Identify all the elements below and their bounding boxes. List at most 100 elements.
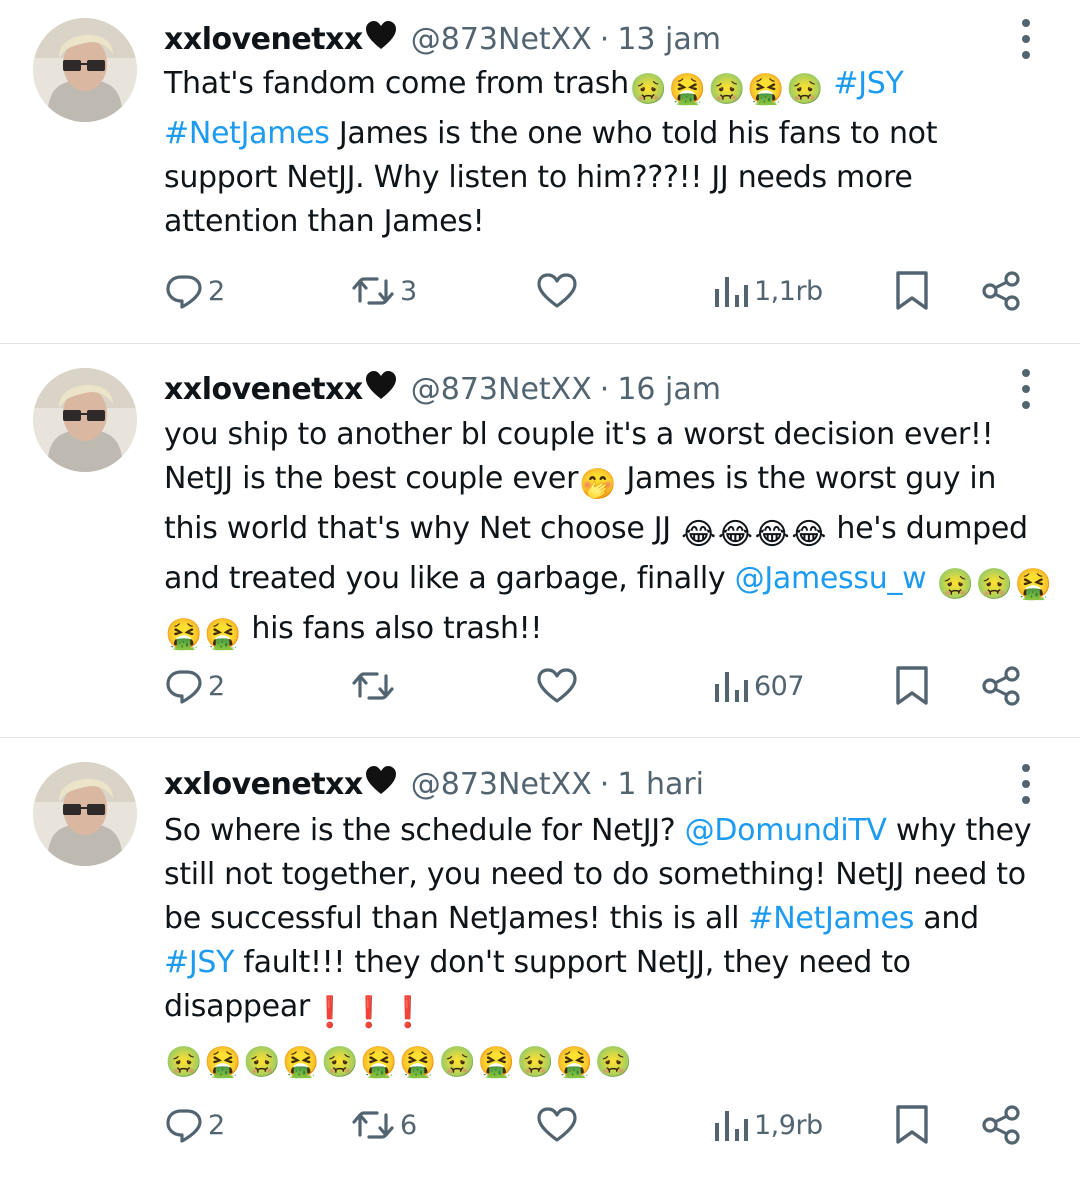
hashtag-link[interactable]: #JSY bbox=[833, 66, 903, 101]
retweet-icon bbox=[352, 277, 394, 305]
display-name[interactable]: xxlovenetxx bbox=[164, 767, 363, 802]
share-button[interactable] bbox=[980, 661, 1022, 711]
tweet-2[interactable]: xxlovenetxx @873NetXX · 16 jam you ship … bbox=[0, 344, 1080, 737]
views-icon bbox=[715, 1111, 748, 1141]
avatar[interactable] bbox=[33, 18, 137, 122]
avatar[interactable] bbox=[33, 368, 137, 472]
bookmark-button[interactable] bbox=[894, 266, 930, 316]
hashtag-link[interactable]: #JSY bbox=[164, 945, 234, 980]
tweet-text: That's fandom come from trash🤢🤮🤢🤮🤢 #JSY #… bbox=[164, 62, 1054, 244]
bookmark-icon bbox=[896, 666, 928, 705]
view-count: 607 bbox=[754, 670, 805, 702]
tweet-text-segment: he's dumped bbox=[827, 511, 1028, 546]
retweet-button[interactable] bbox=[350, 661, 400, 711]
black-heart-icon bbox=[365, 371, 396, 399]
display-name[interactable]: xxlovenetxx bbox=[164, 22, 363, 57]
emoji: 🤢 bbox=[936, 567, 974, 602]
emoji: 😂 bbox=[754, 517, 790, 552]
emoji: ❗ bbox=[310, 995, 349, 1030]
reply-count: 2 bbox=[208, 275, 225, 307]
tweet-1[interactable]: xxlovenetxx @873NetXX · 13 jam That's fa… bbox=[0, 0, 1080, 343]
name-emoji bbox=[365, 765, 397, 803]
emoji: 🤢 bbox=[165, 1045, 203, 1080]
views-button[interactable]: 1,1rb bbox=[712, 266, 823, 316]
mention-link[interactable]: @Jamessu_w bbox=[735, 561, 927, 596]
tweet-header: xxlovenetxx @873NetXX · 16 jam bbox=[164, 366, 721, 412]
hashtag-link[interactable]: #NetJames bbox=[164, 116, 330, 151]
reply-button[interactable]: 2 bbox=[164, 1100, 225, 1150]
heart-icon bbox=[537, 1107, 577, 1142]
handle[interactable]: @873NetXX bbox=[411, 767, 592, 802]
separator: · bbox=[599, 766, 610, 802]
view-count: 1,1rb bbox=[754, 275, 823, 307]
tweet-text-segment: disappear bbox=[164, 989, 310, 1024]
share-icon bbox=[982, 666, 1020, 706]
emoji: 🤮 bbox=[360, 1045, 398, 1080]
reply-count: 2 bbox=[208, 1109, 225, 1141]
emoji: 🤮 bbox=[399, 1045, 437, 1080]
retweet-button[interactable]: 6 bbox=[350, 1100, 417, 1150]
timestamp[interactable]: 1 hari bbox=[617, 767, 704, 802]
avatar[interactable] bbox=[33, 762, 137, 866]
reply-button[interactable]: 2 bbox=[164, 661, 225, 711]
emoji: 😂 bbox=[717, 517, 753, 552]
emoji: 🤢 bbox=[321, 1045, 359, 1080]
timestamp[interactable]: 13 jam bbox=[617, 22, 721, 57]
tweet-text-segment: still not together, you need to do somet… bbox=[164, 857, 1026, 892]
bookmark-button[interactable] bbox=[894, 661, 930, 711]
views-icon bbox=[715, 277, 748, 307]
tweet-text-segment: That's fandom come from trash bbox=[164, 66, 629, 101]
reply-button[interactable]: 2 bbox=[164, 266, 225, 316]
tweet-text: So where is the schedule for NetJJ? @Dom… bbox=[164, 809, 1054, 1085]
emoji: 🤢 bbox=[975, 567, 1013, 602]
emoji: ❗ bbox=[350, 995, 388, 1030]
more-icon[interactable] bbox=[1016, 19, 1036, 59]
display-name[interactable]: xxlovenetxx bbox=[164, 372, 363, 407]
emoji: 🤢 bbox=[516, 1045, 554, 1080]
separator: · bbox=[599, 371, 610, 407]
heart-icon bbox=[537, 668, 577, 703]
bookmark-icon bbox=[896, 271, 928, 310]
like-button[interactable] bbox=[536, 266, 582, 316]
share-button[interactable] bbox=[980, 1100, 1022, 1150]
handle[interactable]: @873NetXX bbox=[411, 372, 592, 407]
tweet-header: xxlovenetxx @873NetXX · 1 hari bbox=[164, 761, 704, 807]
tweet-text-segment: NetJJ is the best couple ever bbox=[164, 461, 579, 496]
more-icon[interactable] bbox=[1016, 369, 1036, 409]
views-button[interactable]: 607 bbox=[712, 661, 805, 711]
more-icon[interactable] bbox=[1016, 764, 1036, 804]
reply-icon bbox=[166, 670, 202, 704]
tweet-text-segment: James is the worst guy in bbox=[617, 461, 997, 496]
emoji: 🤢 bbox=[629, 72, 667, 107]
like-button[interactable] bbox=[536, 661, 582, 711]
name-emoji bbox=[365, 20, 397, 58]
handle[interactable]: @873NetXX bbox=[411, 22, 592, 57]
tweet-text-segment: support NetJJ. Why listen to him???!! JJ… bbox=[164, 160, 913, 195]
bookmark-button[interactable] bbox=[894, 1100, 930, 1150]
emoji: 🤮 bbox=[165, 617, 203, 652]
like-button[interactable] bbox=[536, 1100, 582, 1150]
tweet-3[interactable]: xxlovenetxx @873NetXX · 1 hari So where … bbox=[0, 738, 1080, 1184]
emoji: 😂 bbox=[681, 517, 716, 552]
emoji: 🤮 bbox=[477, 1045, 515, 1080]
tweet-text-segment: attention than James! bbox=[164, 204, 485, 239]
emoji: 🤮 bbox=[668, 72, 706, 107]
views-button[interactable]: 1,9rb bbox=[712, 1100, 823, 1150]
share-icon bbox=[982, 271, 1020, 311]
tweet-text-segment bbox=[926, 561, 935, 596]
reply-icon bbox=[166, 1109, 202, 1143]
hashtag-link[interactable]: #NetJames bbox=[748, 901, 914, 936]
emoji: 🤭 bbox=[579, 467, 617, 502]
share-button[interactable] bbox=[980, 266, 1022, 316]
retweet-button[interactable]: 3 bbox=[350, 266, 417, 316]
tweet-text-segment: So where is the schedule for NetJJ? bbox=[164, 813, 685, 848]
retweet-count: 3 bbox=[400, 275, 417, 307]
emoji: 😂 bbox=[791, 517, 827, 552]
mention-link[interactable]: @DomundiTV bbox=[685, 813, 887, 848]
tweet-text: you ship to another bl couple it's a wor… bbox=[164, 413, 1054, 657]
emoji: ❗ bbox=[389, 995, 427, 1030]
view-count: 1,9rb bbox=[754, 1109, 823, 1141]
tweet-text-segment: and bbox=[914, 901, 979, 936]
timestamp[interactable]: 16 jam bbox=[617, 372, 721, 407]
emoji: 🤮 bbox=[282, 1045, 320, 1080]
